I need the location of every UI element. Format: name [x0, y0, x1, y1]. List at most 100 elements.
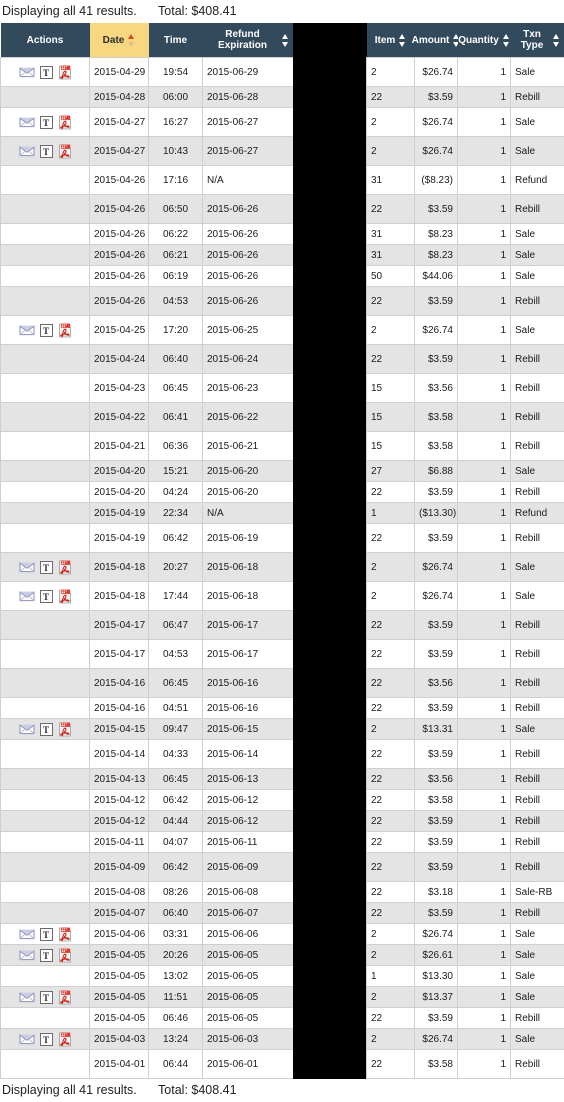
pdf-icon[interactable] [58, 990, 72, 1005]
table-row[interactable]: 2015-04-2306:452015-06-2315$3.561Rebill [1, 374, 564, 403]
table-row[interactable]: 2015-04-1906:422015-06-1922$3.591Rebill [1, 524, 564, 553]
table-row[interactable]: 2015-04-1206:422015-06-1222$3.581Rebill [1, 790, 564, 811]
envelope-icon[interactable] [19, 1033, 35, 1045]
cell-amount: $3.59 [415, 698, 458, 719]
pdf-icon[interactable] [58, 927, 72, 942]
pdf-icon[interactable] [58, 948, 72, 963]
text-icon[interactable]: T [40, 66, 53, 79]
cell-refund-expiration: 2015-06-26 [203, 245, 294, 266]
table-row[interactable]: 2015-04-0706:402015-06-0722$3.591Rebill [1, 903, 564, 924]
table-row[interactable]: 2015-04-1704:532015-06-1722$3.591Rebill [1, 640, 564, 669]
sort-toggle-icon[interactable] [503, 34, 510, 47]
pdf-icon[interactable] [58, 560, 72, 575]
cell-refund-expiration: 2015-06-29 [203, 58, 294, 87]
envelope-icon[interactable] [19, 723, 35, 735]
table-row[interactable]: 2015-04-2106:362015-06-2115$3.581Rebill [1, 432, 564, 461]
envelope-icon[interactable] [19, 145, 35, 157]
text-icon[interactable]: T [40, 324, 53, 337]
table-row[interactable]: 2015-04-1606:452015-06-1622$3.561Rebill [1, 669, 564, 698]
cell-quantity: 1 [458, 224, 511, 245]
table-row[interactable]: T2015-04-2716:272015-06-272$26.741Sale [1, 108, 564, 137]
table-row[interactable]: 2015-04-1706:472015-06-1722$3.591Rebill [1, 611, 564, 640]
pdf-icon[interactable] [58, 323, 72, 338]
pdf-icon[interactable] [58, 115, 72, 130]
table-row[interactable]: 2015-04-1922:34N/A1($13.30)1Refund [1, 503, 564, 524]
envelope-icon[interactable] [19, 949, 35, 961]
text-icon[interactable]: T [40, 116, 53, 129]
table-row[interactable]: T2015-04-0603:312015-06-062$26.741Sale [1, 924, 564, 945]
table-row[interactable]: 2015-04-1104:072015-06-1122$3.591Rebill [1, 832, 564, 853]
text-icon[interactable]: T [40, 1033, 53, 1046]
table-row[interactable]: 2015-04-2606:212015-06-2631$8.231Sale [1, 245, 564, 266]
table-row[interactable]: 2015-04-2004:242015-06-2022$3.591Rebill [1, 482, 564, 503]
table-row[interactable]: T2015-04-1509:472015-06-152$13.311Sale [1, 719, 564, 740]
cell-date: 2015-04-21 [90, 432, 149, 461]
cell-quantity: 1 [458, 832, 511, 853]
column-header-refund-expiration[interactable]: Refund Expiration [203, 23, 294, 58]
pdf-icon[interactable] [58, 589, 72, 604]
sort-toggle-icon[interactable] [553, 34, 560, 47]
cell-date: 2015-04-13 [90, 769, 149, 790]
table-row[interactable]: 2015-04-2606:192015-06-2650$44.061Sale [1, 266, 564, 287]
envelope-icon[interactable] [19, 116, 35, 128]
table-row[interactable]: 2015-04-2617:16N/A31($8.23)1Refund [1, 166, 564, 195]
table-row[interactable]: T2015-04-0313:242015-06-032$26.741Sale [1, 1029, 564, 1050]
table-row[interactable]: 2015-04-2015:212015-06-2027$6.881Sale [1, 461, 564, 482]
table-row[interactable]: 2015-04-1306:452015-06-1322$3.561Rebill [1, 769, 564, 790]
table-row[interactable]: 2015-04-1604:512015-06-1622$3.591Rebill [1, 698, 564, 719]
table-row[interactable]: T2015-04-1817:442015-06-182$26.741Sale [1, 582, 564, 611]
column-header-amount[interactable]: Amount [415, 23, 458, 58]
column-header-txn-type[interactable]: Txn Type [511, 23, 564, 58]
pdf-icon[interactable] [58, 1032, 72, 1047]
sort-toggle-icon[interactable] [399, 34, 406, 47]
cell-date: 2015-04-19 [90, 503, 149, 524]
table-row[interactable]: 2015-04-0906:422015-06-0922$3.591Rebill [1, 853, 564, 882]
text-icon[interactable]: T [40, 949, 53, 962]
column-label-txn-type: Txn Type [516, 29, 549, 51]
table-row[interactable]: 2015-04-2206:412015-06-2215$3.581Rebill [1, 403, 564, 432]
table-row[interactable]: 2015-04-2806:002015-06-2822$3.591Rebill [1, 87, 564, 108]
table-row[interactable]: T2015-04-1820:272015-06-182$26.741Sale [1, 553, 564, 582]
table-row[interactable]: 2015-04-0106:442015-06-0122$3.581Rebill [1, 1050, 564, 1079]
cell-txn-type: Sale [511, 224, 564, 245]
envelope-icon[interactable] [19, 590, 35, 602]
cell-time: 04:53 [149, 640, 203, 669]
table-row[interactable]: 2015-04-2606:222015-06-2631$8.231Sale [1, 224, 564, 245]
table-row[interactable]: T2015-04-0520:262015-06-052$26.611Sale [1, 945, 564, 966]
text-icon[interactable]: T [40, 991, 53, 1004]
text-icon[interactable]: T [40, 561, 53, 574]
envelope-icon[interactable] [19, 324, 35, 336]
table-row[interactable]: T2015-04-2919:542015-06-292$26.741Sale [1, 58, 564, 87]
table-row[interactable]: 2015-04-0808:262015-06-0822$3.181Sale-RB [1, 882, 564, 903]
pdf-icon[interactable] [58, 722, 72, 737]
table-row[interactable]: 2015-04-2604:532015-06-2622$3.591Rebill [1, 287, 564, 316]
text-icon[interactable]: T [40, 590, 53, 603]
sort-ascending-icon[interactable] [128, 34, 135, 47]
envelope-icon[interactable] [19, 928, 35, 940]
table-row[interactable]: 2015-04-0513:022015-06-051$13.301Sale [1, 966, 564, 987]
table-row[interactable]: T2015-04-2710:432015-06-272$26.741Sale [1, 137, 564, 166]
text-icon[interactable]: T [40, 145, 53, 158]
cell-amount: $26.74 [415, 58, 458, 87]
table-row[interactable]: 2015-04-0506:462015-06-0522$3.591Rebill [1, 1008, 564, 1029]
cell-item: 22 [367, 698, 415, 719]
table-row[interactable]: 2015-04-1404:332015-06-1422$3.591Rebill [1, 740, 564, 769]
table-row[interactable]: 2015-04-2406:402015-06-2422$3.591Rebill [1, 345, 564, 374]
text-icon[interactable]: T [40, 723, 53, 736]
table-row[interactable]: 2015-04-1204:442015-06-1222$3.591Rebill [1, 811, 564, 832]
envelope-icon[interactable] [19, 991, 35, 1003]
envelope-icon[interactable] [19, 66, 35, 78]
cell-quantity: 1 [458, 924, 511, 945]
table-row[interactable]: T2015-04-2517:202015-06-252$26.741Sale [1, 316, 564, 345]
cell-quantity: 1 [458, 87, 511, 108]
pdf-icon[interactable] [58, 65, 72, 80]
text-icon[interactable]: T [40, 928, 53, 941]
column-header-quantity[interactable]: Quantity [458, 23, 511, 58]
table-row[interactable]: 2015-04-2606:502015-06-2622$3.591Rebill [1, 195, 564, 224]
column-header-item[interactable]: Item [367, 23, 415, 58]
envelope-icon[interactable] [19, 561, 35, 573]
sort-toggle-icon[interactable] [282, 34, 289, 47]
pdf-icon[interactable] [58, 144, 72, 159]
table-row[interactable]: T2015-04-0511:512015-06-052$13.371Sale [1, 987, 564, 1008]
column-header-date[interactable]: Date [90, 23, 149, 58]
